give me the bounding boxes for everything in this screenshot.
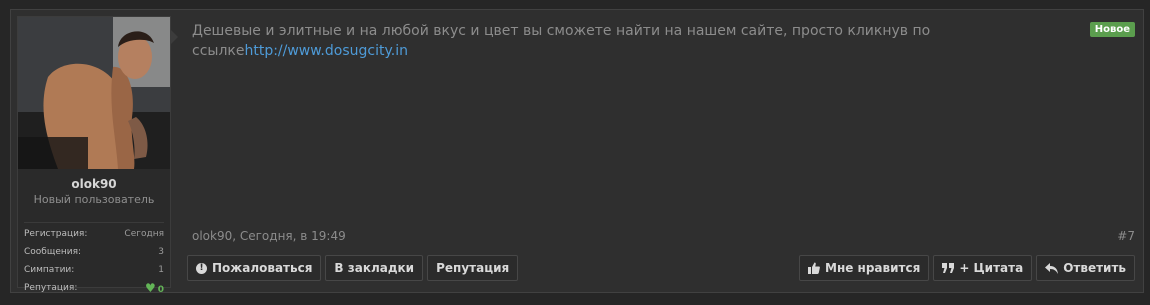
stat-value[interactable]: 3 <box>158 247 164 257</box>
reply-arrow-icon <box>1045 262 1059 274</box>
reputation-button[interactable]: Репутация <box>427 255 519 281</box>
avatar-photo <box>18 17 170 169</box>
like-label: Мне нравится <box>825 261 921 275</box>
stat-value: Сегодня <box>124 229 164 239</box>
user-title: Новый пользователь <box>33 193 155 206</box>
reply-button[interactable]: Ответить <box>1036 255 1135 281</box>
post-actions-left: ! Пожаловаться В закладки Репутация <box>187 255 519 281</box>
heart-icon: ♥ <box>144 281 156 295</box>
bookmark-label: В закладки <box>334 261 415 275</box>
stat-reputation: Репутация: ♥ 0 <box>24 279 164 297</box>
user-info-panel: olok90 Новый пользователь Регистрация: С… <box>17 16 171 295</box>
bookmark-button[interactable]: В закладки <box>325 255 424 281</box>
username[interactable]: olok90 <box>18 177 170 191</box>
speech-arrow <box>171 30 178 44</box>
post-actions-right: Мне нравится + Цитата Ответить <box>799 255 1135 281</box>
stat-label: Сообщения: <box>24 247 82 257</box>
quote-button[interactable]: + Цитата <box>933 255 1033 281</box>
exclamation-circle-icon: ! <box>196 262 207 274</box>
stat-label: Симпатии: <box>24 265 75 275</box>
thumbs-up-icon <box>808 262 820 274</box>
stat-messages: Сообщения: 3 <box>24 243 164 261</box>
avatar[interactable] <box>18 17 170 169</box>
stat-value: 1 <box>158 265 164 275</box>
new-badge: Новое <box>1089 22 1135 37</box>
forum-post: olok90 Новый пользователь Регистрация: С… <box>10 9 1144 295</box>
quote-icon <box>942 263 955 273</box>
stat-label: Регистрация: <box>24 229 88 239</box>
report-label: Пожаловаться <box>212 261 313 275</box>
stat-registration: Регистрация: Сегодня <box>24 225 164 243</box>
user-stats: Регистрация: Сегодня Сообщения: 3 Симпат… <box>24 222 164 297</box>
report-button[interactable]: ! Пожаловаться <box>187 255 322 281</box>
post-meta[interactable]: olok90, Сегодня, в 19:49 <box>192 229 346 243</box>
post-number[interactable]: #7 <box>1117 229 1135 243</box>
stat-label: Репутация: <box>24 283 78 293</box>
like-button[interactable]: Мне нравится <box>799 255 930 281</box>
quote-label: + Цитата <box>959 261 1024 275</box>
stat-value: 0 <box>157 285 164 295</box>
message-link[interactable]: http://www.dosugcity.in <box>244 43 408 59</box>
reply-label: Ответить <box>1063 261 1126 275</box>
reputation-label: Репутация <box>436 261 510 275</box>
message-body: Дешевые и элитные и на любой вкус и цвет… <box>192 21 952 61</box>
stat-likes: Симпатии: 1 <box>24 261 164 279</box>
